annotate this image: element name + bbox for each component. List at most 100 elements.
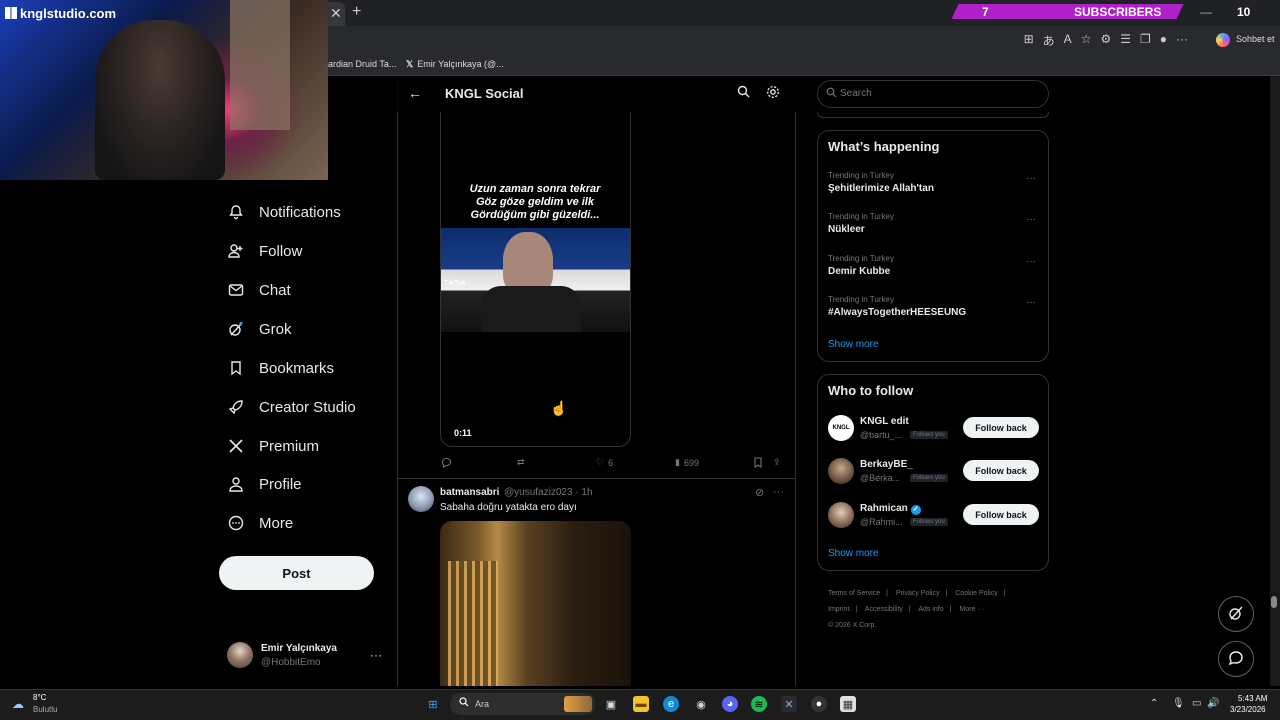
footer-link[interactable]: Imprint <box>828 606 849 613</box>
nav-follow[interactable]: Follow <box>227 242 302 260</box>
nav-label: Bookmarks <box>259 359 335 377</box>
post-more-icon[interactable]: ··· <box>773 486 784 498</box>
mail-icon <box>227 281 245 299</box>
settings-gear-icon[interactable] <box>766 85 780 102</box>
steam-icon[interactable]: ◉ <box>693 696 709 712</box>
profile-circle-icon[interactable]: ● <box>1160 32 1167 49</box>
footer-link[interactable]: More ··· <box>959 606 984 613</box>
nav-label: Grok <box>259 320 292 338</box>
wtf-name[interactable]: Rahmican ✓ <box>860 503 921 515</box>
display-icon[interactable]: ▭ <box>1192 698 1201 709</box>
extensions-icon[interactable]: ⚙ <box>1100 32 1111 49</box>
wtf-avatar[interactable] <box>828 458 854 484</box>
wtf-name[interactable]: KNGL edit <box>860 416 909 427</box>
footer-link[interactable]: Privacy Policy <box>896 590 940 597</box>
reply-button[interactable] <box>441 457 452 470</box>
nav-bookmarks[interactable]: Bookmarks <box>227 359 334 377</box>
nav-chat[interactable]: Chat <box>227 281 291 299</box>
post-author-name[interactable]: batmansabri <box>440 487 499 498</box>
tab-close-icon[interactable]: ✕ <box>330 5 342 22</box>
cloud-icon[interactable]: ☁ <box>12 697 24 711</box>
nav-creator-studio[interactable]: Creator Studio <box>227 398 356 416</box>
wtf-avatar[interactable]: KNGL <box>828 415 854 441</box>
follow-back-button[interactable]: Follow back <box>963 504 1039 525</box>
rocket-icon <box>227 398 245 416</box>
discord-icon[interactable]: ◕ <box>722 696 738 712</box>
follow-back-button[interactable]: Follow back <box>963 417 1039 438</box>
post-button[interactable]: Post <box>219 556 374 590</box>
nav-more[interactable]: More <box>227 514 293 532</box>
nav-notifications[interactable]: Notifications <box>227 203 341 221</box>
bookmark-item[interactable]: 𝕏 Emir Yalçınkaya (@... <box>406 59 504 70</box>
trend-name[interactable]: Nükleer <box>828 224 865 235</box>
messages-fab[interactable] <box>1218 641 1254 677</box>
trend-name[interactable]: Şehitlerimize Allah'tan <box>828 183 934 194</box>
account-name[interactable]: Emir Yalçınkaya <box>261 643 337 654</box>
browser-menu-icon[interactable]: ··· <box>1176 32 1188 49</box>
task-view-icon[interactable]: ▣ <box>603 696 619 712</box>
microphone-icon[interactable]: 🎙 <box>1172 698 1185 709</box>
follow-back-button[interactable]: Follow back <box>963 460 1039 481</box>
favorite-star-icon[interactable]: ☆ <box>1081 32 1092 49</box>
nav-grok[interactable]: Grok <box>227 320 292 338</box>
translate-icon[interactable]: あ <box>1043 32 1055 49</box>
footer-link[interactable]: Accessibility <box>865 606 903 613</box>
taskbar-date[interactable]: 3/23/2026 <box>1230 705 1266 714</box>
minimize-icon[interactable]: — <box>1200 5 1212 19</box>
post-media[interactable] <box>440 521 631 686</box>
trend-name[interactable]: #AlwaysTogetherHEESEUNG <box>828 307 966 318</box>
split-screen-icon[interactable]: ⊞ <box>1024 32 1034 49</box>
account-handle[interactable]: @HobbitEmo <box>261 657 321 668</box>
collections-icon[interactable]: ❐ <box>1140 32 1151 49</box>
footer-link[interactable]: Ads info <box>918 606 943 613</box>
scrollbar-thumb[interactable] <box>1271 596 1277 608</box>
trend-more-icon[interactable]: ··· <box>1026 297 1036 308</box>
spotify-icon[interactable]: ≋ <box>751 696 767 712</box>
terminal-icon[interactable]: ✕ <box>781 696 797 712</box>
trend-name[interactable]: Demir Kubbe <box>828 266 890 277</box>
share-button[interactable]: ⇪ <box>773 457 781 468</box>
weather-description[interactable]: Bulutlu <box>33 705 57 714</box>
views-button[interactable]: ▮ 699 <box>675 457 699 468</box>
trend-more-icon[interactable]: ··· <box>1026 214 1036 225</box>
grok-explain-icon[interactable]: ⊘ <box>755 486 764 499</box>
new-tab-icon[interactable]: + <box>352 3 361 21</box>
tray-chevron-icon[interactable]: ⌃ <box>1150 698 1158 709</box>
account-more-icon[interactable]: ··· <box>370 648 382 662</box>
back-arrow-icon[interactable]: ← <box>408 85 422 101</box>
weather-temperature[interactable]: 8°C <box>33 693 46 702</box>
grok-fab[interactable] <box>1218 596 1254 632</box>
windows-start-icon[interactable]: ⊞ <box>425 696 441 712</box>
calculator-icon[interactable]: ▦ <box>840 696 856 712</box>
volume-icon[interactable]: 🔊 <box>1207 698 1219 709</box>
wtf-name[interactable]: BerkayBE_ <box>860 459 913 470</box>
favorites-icon[interactable]: ☰ <box>1120 32 1131 49</box>
footer-link[interactable]: Terms of Service <box>828 590 880 597</box>
like-button[interactable]: ♡ 6 <box>596 457 613 468</box>
nav-label: More <box>259 514 294 532</box>
footer-link[interactable]: Cookie Policy <box>955 590 997 597</box>
wtf-avatar[interactable] <box>828 502 854 528</box>
nav-premium[interactable]: Premium <box>227 437 319 455</box>
obs-icon[interactable]: ● <box>811 696 827 712</box>
trend-more-icon[interactable]: ··· <box>1026 173 1036 184</box>
trend-label: Trending in Turkey <box>828 254 894 263</box>
account-avatar[interactable] <box>227 642 253 668</box>
hand-cursor-icon: ☝ <box>550 400 568 416</box>
bookmark-post-button[interactable] <box>753 457 763 470</box>
trend-more-icon[interactable]: ··· <box>1026 256 1036 267</box>
show-more-trends-link[interactable]: Show more <box>828 339 879 350</box>
show-more-follow-link[interactable]: Show more <box>828 548 879 559</box>
file-explorer-icon[interactable]: ▬ <box>633 696 649 712</box>
read-aloud-icon[interactable]: A <box>1064 32 1072 49</box>
page-scrollbar[interactable] <box>1270 76 1280 686</box>
edge-browser-icon[interactable]: e <box>663 696 679 712</box>
search-icon[interactable] <box>737 85 750 101</box>
bookmark-item[interactable]: ardian Druid Ta... <box>328 59 396 69</box>
post-author-avatar[interactable] <box>408 486 434 512</box>
copilot-icon[interactable] <box>1216 33 1230 47</box>
repost-button[interactable]: ⇄ <box>517 457 525 468</box>
taskbar-time[interactable]: 5:43 AM <box>1238 694 1267 703</box>
copilot-label[interactable]: Sohbet et <box>1236 34 1275 44</box>
nav-profile[interactable]: Profile <box>227 475 302 493</box>
